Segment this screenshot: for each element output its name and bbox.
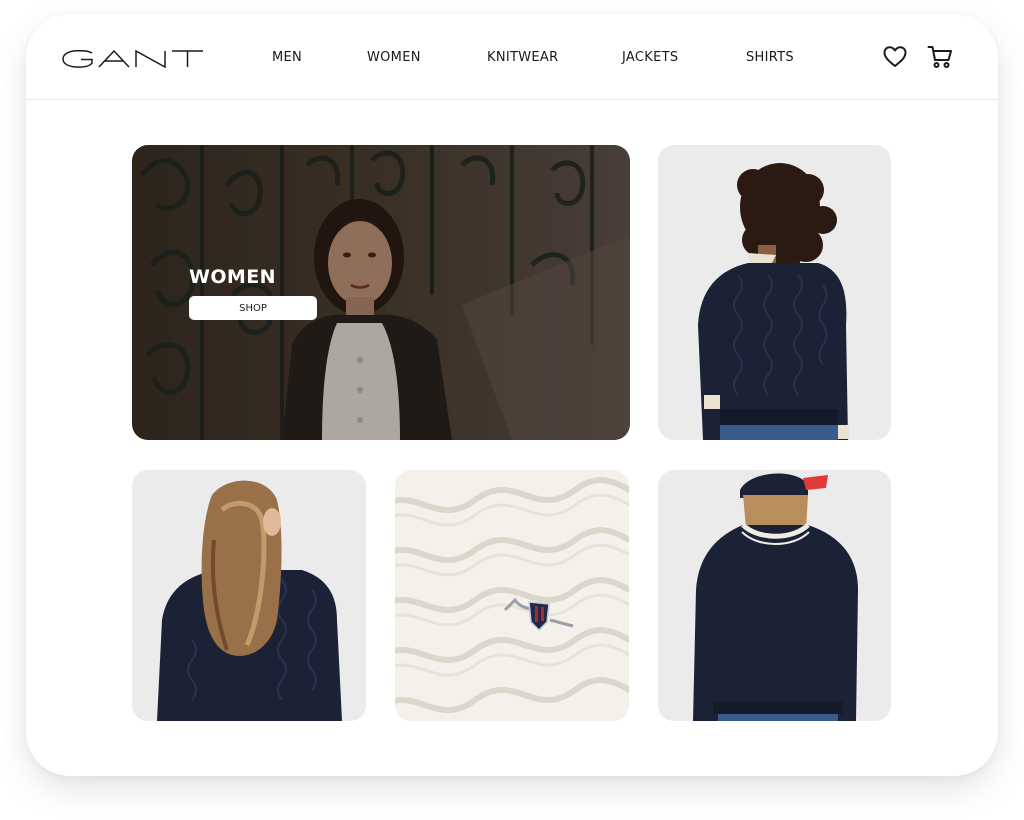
- cart-icon: [927, 46, 952, 68]
- site-header: MEN WOMEN KNITWEAR JACKETS SHIRTS: [26, 14, 998, 100]
- cart-button[interactable]: [927, 44, 953, 70]
- heart-icon: [883, 46, 907, 67]
- product-image: [658, 145, 891, 440]
- product-image: [132, 470, 366, 721]
- shop-button[interactable]: SHOP: [189, 296, 317, 320]
- hero-banner-women[interactable]: WOMEN SHOP: [132, 145, 630, 440]
- nav-women[interactable]: WOMEN: [367, 50, 421, 65]
- product-tile-cable-knit-back[interactable]: [658, 145, 891, 440]
- product-image: [658, 470, 891, 721]
- nav-shirts[interactable]: SHIRTS: [746, 50, 794, 65]
- hero-image: [132, 145, 630, 440]
- wishlist-button[interactable]: [882, 44, 908, 70]
- product-tile-navy-knit-back[interactable]: [132, 470, 366, 721]
- storefront-window: MEN WOMEN KNITWEAR JACKETS SHIRTS WOMEN …: [26, 14, 998, 776]
- brand-logo[interactable]: [62, 50, 204, 68]
- nav-jackets[interactable]: JACKETS: [622, 50, 678, 65]
- nav-men[interactable]: MEN: [272, 50, 302, 65]
- hero-title: WOMEN: [189, 266, 276, 288]
- product-tile-vneck-cap[interactable]: [658, 470, 891, 721]
- product-tile-cream-knit-detail[interactable]: [395, 470, 629, 721]
- nav-knitwear[interactable]: KNITWEAR: [487, 50, 558, 65]
- product-image: [395, 470, 629, 721]
